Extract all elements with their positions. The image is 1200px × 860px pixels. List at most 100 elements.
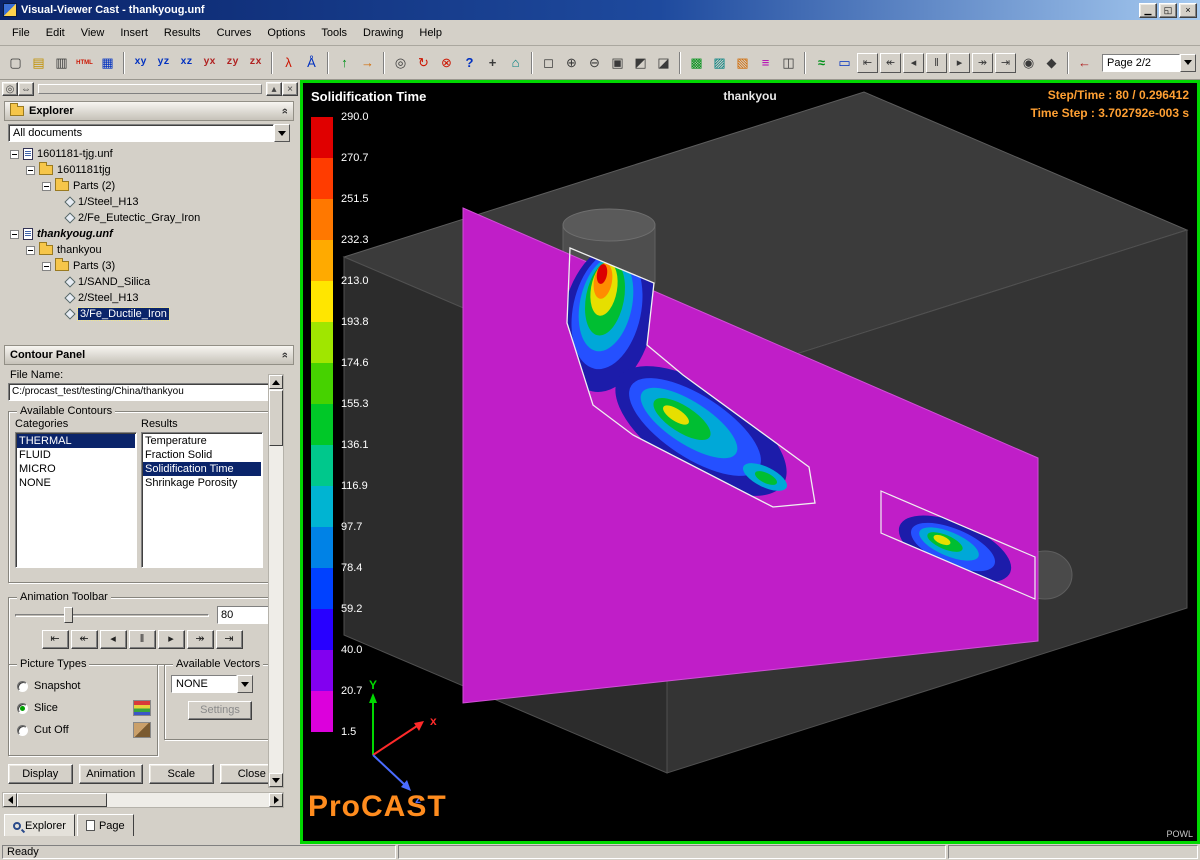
zoom-in-icon[interactable]: ⊕ [560,51,583,74]
view-xy-icon[interactable]: xy [129,51,152,74]
snapshot-option[interactable]: Snapshot [17,675,151,697]
result-item[interactable]: Shrinkage Porosity [143,476,261,490]
fast-forward-button[interactable]: ↠ [972,52,993,73]
result-item[interactable]: Fraction Solid [143,448,261,462]
scroll-down-icon[interactable] [269,773,283,787]
dock-arrows-icon[interactable]: ⇔ [18,82,34,96]
menu-tools[interactable]: Tools [313,23,355,43]
vectors-select[interactable]: NONE [171,675,269,693]
file-name-field[interactable]: C:/procast_test/testing/China/thankyou [8,383,276,401]
tree-item[interactable]: thankyoug.unf [10,226,300,242]
cutoff-radio[interactable] [17,724,28,736]
frame-slider-thumb[interactable] [63,607,73,623]
tree-item[interactable]: 2/Steel_H13 [10,290,300,306]
jump-end-button[interactable]: ⇥ [995,52,1016,73]
anim-step-forward-button[interactable]: ▸ [157,630,185,649]
cutoff-option[interactable]: Cut Off [17,719,151,741]
menu-results[interactable]: Results [156,23,209,43]
probe-icon[interactable]: ◎ [389,51,412,74]
view-xz-icon[interactable]: xz [175,51,198,74]
panel-collapse-icon[interactable]: ▴ [266,82,282,96]
contour-collapse-icon[interactable]: » [279,352,291,358]
fast-rewind-button[interactable]: ↞ [880,52,901,73]
scene-3d[interactable]: Y x z [303,83,1197,841]
menu-view[interactable]: View [73,23,113,43]
anim-jump-end-button[interactable]: ⇥ [215,630,243,649]
tree-expander-icon[interactable] [42,181,51,191]
scroll-right-icon[interactable] [269,793,283,807]
scroll-up-icon[interactable] [269,375,283,389]
tree-expander-icon[interactable] [26,245,35,255]
cutoff-settings-icon[interactable] [133,722,151,738]
anim-fast-forward-button[interactable]: ↠ [186,630,214,649]
pan-icon[interactable]: + [481,51,504,74]
results-listbox[interactable]: Temperature Fraction Solid Solidificatio… [141,432,263,568]
page-select-arrow-icon[interactable] [1180,53,1196,72]
view-yx-icon[interactable]: yx [198,51,221,74]
frame-slider[interactable] [15,606,209,624]
view-zy-icon[interactable]: zy [221,51,244,74]
result-item[interactable]: Solidification Time [143,462,261,476]
slice-settings-icon[interactable] [133,700,151,716]
horizontal-scroll-thumb[interactable] [17,793,107,807]
zoom-dynamic-icon[interactable]: ◪ [652,51,675,74]
tree-item[interactable]: thankyou [10,242,300,258]
results-eye-icon[interactable]: ◉ [1017,51,1040,74]
explorer-header[interactable]: Explorer » [4,101,294,121]
slice-option[interactable]: Slice [17,697,151,719]
vertical-scroll-thumb[interactable] [269,390,283,446]
menu-help[interactable]: Help [411,23,450,43]
zoom-window-icon[interactable]: ◻ [537,51,560,74]
cascade-windows-icon[interactable]: ◫ [777,51,800,74]
tree-item[interactable]: 1601181tjg [10,162,300,178]
tree-item[interactable]: 1/SAND_Silica [10,274,300,290]
contour-panel-header[interactable]: Contour Panel » [4,345,294,365]
export-html-icon[interactable]: HTML [73,51,96,74]
menu-curves[interactable]: Curves [209,23,260,43]
tree-item[interactable]: 1/Steel_H13 [10,194,300,210]
trace-path-icon[interactable]: ◆ [1040,51,1063,74]
tree-item[interactable]: 1601181-tjg.unf [10,146,300,162]
slice-radio[interactable] [17,702,28,714]
close-button[interactable]: × [1179,2,1197,18]
tree-expander-icon[interactable] [10,149,19,159]
open-folder-icon[interactable]: ▤ [27,51,50,74]
tab-page[interactable]: Page [76,814,134,836]
minimize-button[interactable]: ▁ [1139,2,1157,18]
report-icon[interactable]: ▦ [96,51,119,74]
anim-pause-button[interactable]: ‖ [128,630,156,649]
categories-listbox[interactable]: THERMAL FLUID MICRO NONE [15,432,137,568]
result-item[interactable]: Temperature [143,434,261,448]
display-button[interactable]: Display [8,764,73,784]
menu-drawing[interactable]: Drawing [355,23,411,43]
document-filter-arrow-icon[interactable] [274,124,290,142]
scale-button[interactable]: Scale [149,764,214,784]
zoom-fit-icon[interactable]: ▣ [606,51,629,74]
animation-button[interactable]: Animation [78,764,143,784]
menu-insert[interactable]: Insert [112,23,156,43]
view-zx-icon[interactable]: zx [244,51,267,74]
run-right-icon[interactable]: → [356,51,379,74]
vectors-select-arrow-icon[interactable] [237,675,253,693]
tree-expander-icon[interactable] [42,261,51,271]
anim-step-back-button[interactable]: ◂ [99,630,127,649]
menu-file[interactable]: File [4,23,38,43]
shaded-view-icon[interactable]: ▨ [708,51,731,74]
rotate-icon[interactable]: ↻ [412,51,435,74]
document-filter[interactable]: All documents [8,124,290,142]
tree-expander-icon[interactable] [10,229,19,239]
menu-options[interactable]: Options [259,23,313,43]
tree-item-selected[interactable]: 3/Fe_Ductile_Iron [10,306,300,322]
panel-vertical-scrollbar[interactable] [268,374,284,788]
zoom-out-icon[interactable]: ⊖ [583,51,606,74]
tree-item[interactable]: 2/Fe_Eutectic_Gray_Iron [10,210,300,226]
render-viewport[interactable]: Y x z Solidification Time thankyou Step/… [300,80,1200,844]
anim-fast-rewind-button[interactable]: ↞ [70,630,98,649]
restore-button[interactable]: ◱ [1159,2,1177,18]
zoom-prev-icon[interactable]: ◩ [629,51,652,74]
print-preview-icon[interactable]: ▥ [50,51,73,74]
pause-button[interactable]: ‖ [926,52,947,73]
dock-grip[interactable] [38,84,262,94]
category-item[interactable]: THERMAL [17,434,135,448]
tab-explorer[interactable]: Explorer [4,814,75,836]
